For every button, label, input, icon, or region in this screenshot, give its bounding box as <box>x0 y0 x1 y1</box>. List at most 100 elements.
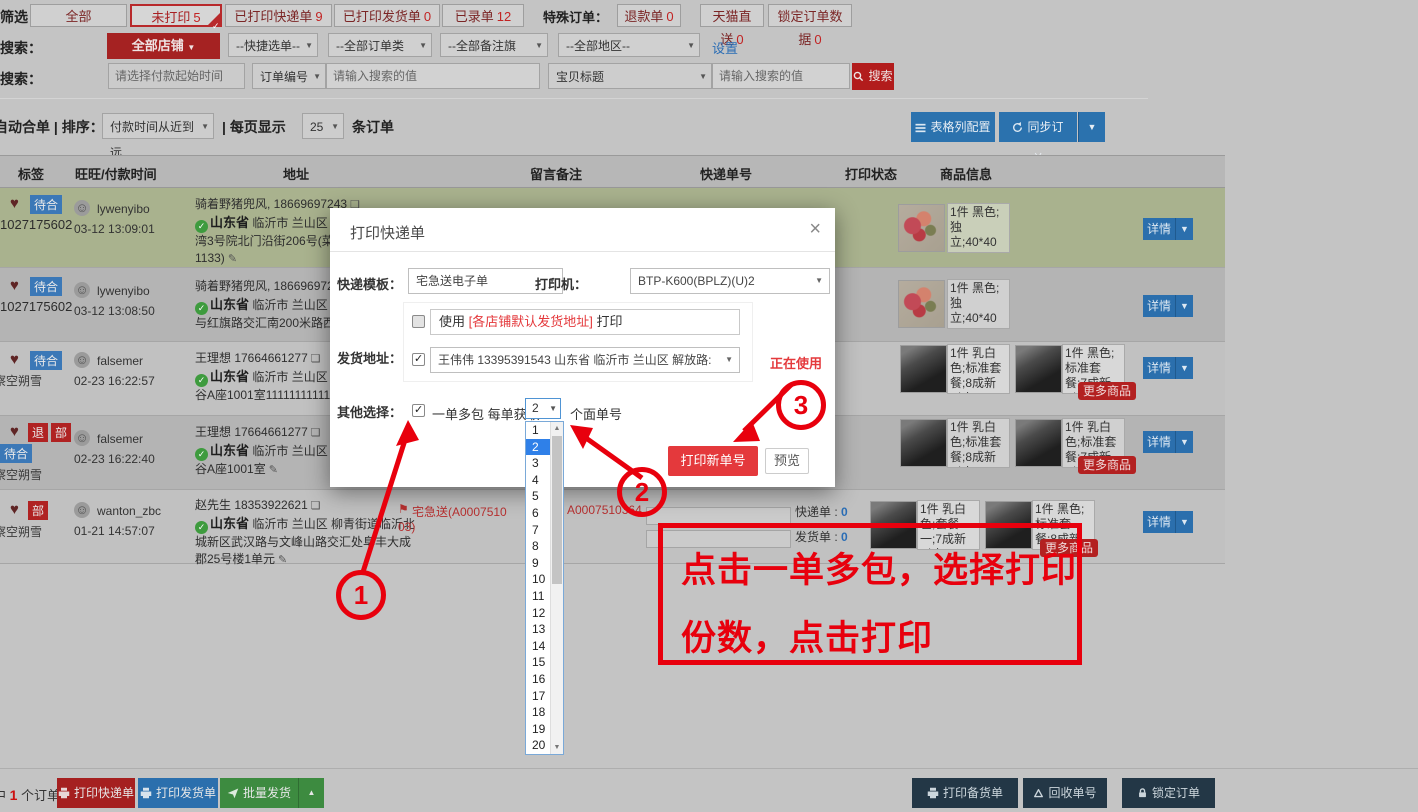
favorite-icon[interactable]: ♥ <box>10 501 19 518</box>
remark-flag-dropdown[interactable]: --全部备注旗帜--▼ <box>440 33 548 57</box>
quantity-option[interactable]: 4 <box>526 472 550 489</box>
quantity-option[interactable]: 12 <box>526 605 550 622</box>
search-field-dropdown[interactable]: 订单编号▼ <box>252 63 326 89</box>
default-address-checkbox[interactable] <box>412 315 425 328</box>
scrollbar[interactable]: ▲ ▼ <box>550 422 563 754</box>
tab-printed-ship[interactable]: 已打印发货单0 <box>334 4 440 27</box>
scroll-down-icon[interactable]: ▼ <box>551 741 563 754</box>
quantity-option[interactable]: 18 <box>526 704 550 721</box>
sync-orders-button[interactable]: 同步订单 <box>999 112 1077 142</box>
title-field-dropdown[interactable]: 宝贝标题▼ <box>548 63 712 89</box>
address-checkbox[interactable] <box>412 353 425 366</box>
detail-button[interactable]: 详情▼ <box>1143 357 1193 379</box>
recycle-number-button[interactable]: 回收单号 <box>1023 778 1107 808</box>
scrollbar-thumb[interactable] <box>552 436 562 584</box>
buyer-name[interactable]: lywenyibo <box>97 284 150 298</box>
quantity-option[interactable]: 15 <box>526 654 550 671</box>
quantity-option[interactable]: 6 <box>526 505 550 522</box>
column-config-button[interactable]: 表格列配置 ▼ <box>911 112 995 142</box>
buyer-name[interactable]: falsemer <box>97 432 143 446</box>
quantity-option[interactable]: 13 <box>526 621 550 638</box>
more-products-badge[interactable]: 更多商品 <box>1078 456 1136 474</box>
pay-date-input[interactable] <box>108 63 245 89</box>
tab-locked-orders[interactable]: 锁定订单数据0 <box>768 4 852 27</box>
search-value-input-2[interactable] <box>712 63 850 89</box>
printer-select[interactable]: BTP-K600(BPLZ)(U)2▼ <box>630 268 830 294</box>
quantity-option[interactable]: 10 <box>526 571 550 588</box>
quantity-option[interactable]: 2 <box>526 439 550 456</box>
scroll-up-icon[interactable]: ▲ <box>551 422 563 435</box>
edit-icon[interactable]: ✎ <box>269 464 278 476</box>
favorite-icon[interactable]: ♥ <box>10 195 19 212</box>
tab-printed-express[interactable]: 已打印快递单9 <box>225 4 332 27</box>
search-value-input[interactable] <box>326 63 540 89</box>
quantity-option[interactable]: 17 <box>526 688 550 705</box>
chevron-down-icon[interactable]: ▼ <box>1175 431 1193 453</box>
favorite-icon[interactable]: ♥ <box>10 423 19 440</box>
quantity-option[interactable]: 11 <box>526 588 550 605</box>
quantity-option[interactable]: 20 <box>526 737 550 754</box>
print-new-number-button[interactable]: 打印新单号 <box>668 446 758 476</box>
copy-icon[interactable]: ❏ <box>311 500 321 512</box>
print-ship-button[interactable]: 打印发货单 <box>138 778 218 808</box>
more-products-badge[interactable]: 更多商品 <box>1078 382 1136 400</box>
tab-recorded[interactable]: 已录单12 <box>442 4 524 27</box>
detail-button[interactable]: 详情▼ <box>1143 218 1193 240</box>
edit-icon[interactable]: ✎ <box>278 554 287 566</box>
ship-address-select[interactable]: 王伟伟 13395391543 山东省 临沂市 兰山区 解放路:▼ <box>430 347 740 373</box>
product-image[interactable] <box>900 345 947 393</box>
buyer-name[interactable]: lywenyibo <box>97 202 150 216</box>
chevron-down-icon[interactable]: ▼ <box>1175 295 1193 317</box>
settings-link[interactable]: 设置 <box>712 38 738 57</box>
sort-dropdown[interactable]: 付款时间从近到远▼ <box>102 113 214 139</box>
close-icon[interactable]: × <box>809 218 821 241</box>
preview-button[interactable]: 预览 <box>765 448 809 474</box>
product-image[interactable] <box>898 204 945 252</box>
quantity-option[interactable]: 7 <box>526 522 550 539</box>
region-dropdown[interactable]: --全部地区--▼ <box>558 33 700 57</box>
copy-icon[interactable]: ❏ <box>311 427 321 439</box>
quick-select-dropdown[interactable]: --快捷选单--▼ <box>228 33 318 57</box>
detail-button[interactable]: 详情▼ <box>1143 511 1193 533</box>
chevron-down-icon[interactable]: ▼ <box>1175 511 1193 533</box>
edit-icon[interactable]: ✎ <box>228 253 237 265</box>
quantity-option[interactable]: 14 <box>526 638 550 655</box>
batch-ship-more-button[interactable]: ▲ <box>298 778 324 808</box>
quantity-option[interactable]: 3 <box>526 455 550 472</box>
print-express-button[interactable]: 打印快递单 <box>57 778 135 808</box>
product-image[interactable] <box>1015 419 1062 467</box>
page-size-dropdown[interactable]: 25▼ <box>302 113 344 139</box>
chevron-down-icon[interactable]: ▼ <box>1175 357 1193 379</box>
tab-refund[interactable]: 退款单0 <box>617 4 681 27</box>
search-button[interactable]: 搜索 <box>852 63 894 90</box>
favorite-icon[interactable]: ♥ <box>10 351 19 368</box>
buyer-name[interactable]: wanton_zbc <box>97 504 161 518</box>
print-stock-button[interactable]: 打印备货单 <box>912 778 1018 808</box>
batch-ship-button[interactable]: 批量发货 <box>220 778 298 808</box>
quantity-select[interactable]: 2▼ <box>525 398 561 419</box>
buyer-name[interactable]: falsemer <box>97 354 143 368</box>
quantity-option[interactable]: 16 <box>526 671 550 688</box>
tab-tmall-direct[interactable]: 天猫直送0 <box>700 4 764 27</box>
tab-all[interactable]: 全部 <box>30 4 127 27</box>
quantity-option[interactable]: 9 <box>526 555 550 572</box>
sync-orders-more-button[interactable]: ▼ <box>1078 112 1105 142</box>
copy-icon[interactable]: ❏ <box>311 353 321 365</box>
product-image[interactable] <box>898 280 945 328</box>
detail-button[interactable]: 详情▼ <box>1143 295 1193 317</box>
quantity-option[interactable]: 19 <box>526 721 550 738</box>
lock-order-button[interactable]: 锁定订单 <box>1122 778 1215 808</box>
detail-button[interactable]: 详情▼ <box>1143 431 1193 453</box>
shop-filter-button[interactable]: 全部店铺 ▼ <box>107 33 220 59</box>
product-image[interactable] <box>900 419 947 467</box>
quantity-option[interactable]: 8 <box>526 538 550 555</box>
chevron-down-icon[interactable]: ▼ <box>1175 218 1193 240</box>
order-type-dropdown[interactable]: --全部订单类型--▼ <box>328 33 432 57</box>
default-address-option[interactable]: 使用 [各店铺默认发货地址] 打印 <box>430 309 740 335</box>
auto-merge-text[interactable]: 自动合单 <box>0 119 50 135</box>
quantity-option[interactable]: 1 <box>526 422 550 439</box>
quantity-option[interactable]: 5 <box>526 488 550 505</box>
product-image[interactable] <box>1015 345 1062 393</box>
favorite-icon[interactable]: ♥ <box>10 277 19 294</box>
multi-pack-checkbox[interactable] <box>412 404 425 417</box>
